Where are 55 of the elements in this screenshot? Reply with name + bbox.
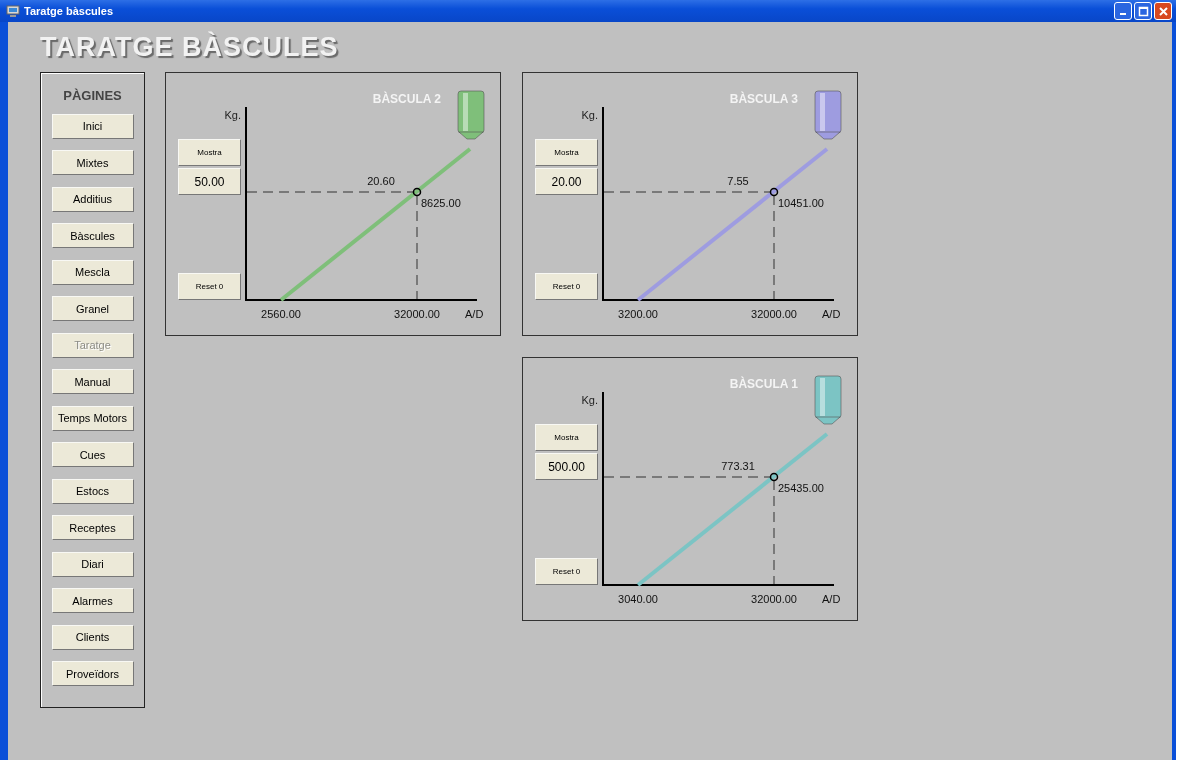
point-value: 773.31 <box>721 460 755 472</box>
page-button[interactable]: Mixtes <box>51 150 134 175</box>
page-button[interactable]: Mescla <box>51 259 134 285</box>
page-button[interactable]: Manual <box>51 369 134 394</box>
x-end-label: 32000.00 <box>751 593 797 605</box>
minimize-button[interactable] <box>1114 2 1132 20</box>
page-button[interactable]: Proveïdors <box>51 661 134 686</box>
x-start-label: 2560.00 <box>261 308 301 320</box>
sample-button[interactable]: Mostra <box>535 139 598 166</box>
point-ad-value: 10451.00 <box>778 197 824 209</box>
axis-unit: A/D <box>822 308 841 320</box>
minimize-icon <box>1120 13 1126 15</box>
reset-button[interactable]: Reset 0 <box>535 558 598 585</box>
axis-unit: A/D <box>465 308 484 320</box>
point-value: 20.60 <box>367 175 395 187</box>
sample-button[interactable]: Mostra <box>178 139 241 166</box>
close-button[interactable] <box>1154 2 1172 20</box>
page-button[interactable]: Clients <box>51 624 134 650</box>
page-button[interactable]: Granel <box>51 296 134 321</box>
maximize-icon <box>1137 5 1149 17</box>
reset-button[interactable]: Reset 0 <box>178 273 241 300</box>
close-icon <box>1157 5 1169 17</box>
axis-unit: Kg. <box>581 109 598 121</box>
page-button[interactable]: Additius <box>51 186 134 212</box>
calibration-point <box>769 187 779 197</box>
x-start-label: 3040.00 <box>618 593 658 605</box>
point-ad-value: 25435.00 <box>778 482 824 494</box>
calibration-point <box>412 187 422 197</box>
page-button[interactable]: Diari <box>51 551 134 577</box>
x-end-label: 32000.00 <box>394 308 440 320</box>
page-button[interactable]: Cues <box>51 442 134 467</box>
sidebar-title: PÀGINES <box>63 88 122 103</box>
page-button[interactable]: Temps Motors <box>51 405 134 431</box>
page-button[interactable]: Estocs <box>51 478 134 504</box>
page-button[interactable]: Receptes <box>51 515 134 540</box>
axis-unit: Kg. <box>581 394 598 406</box>
axis-unit: A/D <box>822 593 841 605</box>
maximize-button[interactable] <box>1134 2 1152 20</box>
sample-button[interactable]: Mostra <box>535 424 598 451</box>
computer-icon <box>6 4 20 18</box>
axis-unit: Kg. <box>224 109 241 121</box>
calibration-point <box>769 472 779 482</box>
sample-value-field[interactable]: 500.00 <box>535 453 598 480</box>
sample-value-field[interactable]: 50.00 <box>178 168 241 195</box>
point-value: 7.55 <box>727 175 749 187</box>
x-start-label: 3200.00 <box>618 308 658 320</box>
page-button[interactable]: Alarmes <box>51 588 134 613</box>
point-ad-value: 8625.00 <box>421 197 461 209</box>
page-button[interactable]: Bàscules <box>51 223 134 248</box>
window-title: Taratge bàscules <box>24 5 114 17</box>
reset-button[interactable]: Reset 0 <box>535 273 598 300</box>
sample-value-field[interactable]: 20.00 <box>535 168 598 195</box>
x-end-label: 32000.00 <box>751 308 797 320</box>
page-heading: TARATGE BÀSCULES <box>40 32 339 63</box>
page-button[interactable]: Inici <box>51 113 134 139</box>
